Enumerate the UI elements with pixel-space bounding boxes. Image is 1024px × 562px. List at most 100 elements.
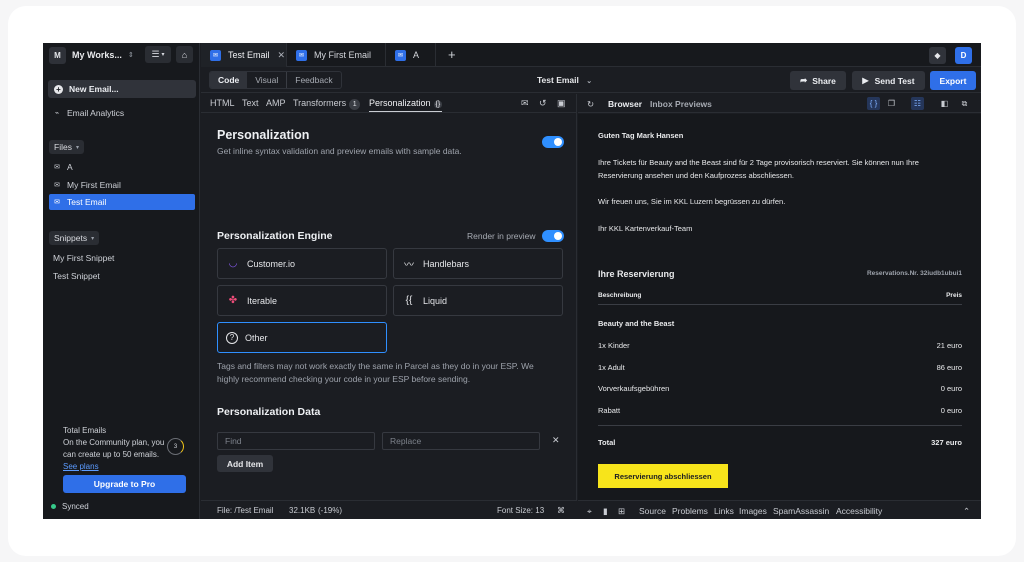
braces-icon: {{ <box>405 295 413 306</box>
engine-customerio[interactable]: ◡ Customer.io <box>217 248 387 279</box>
subtab-text[interactable]: Text <box>242 98 259 108</box>
export-button[interactable]: Export <box>930 71 976 90</box>
file-item-test-email[interactable]: ✉ Test Email <box>49 194 195 210</box>
dark-mode-icon[interactable]: ◧ <box>938 97 951 110</box>
sync-status: Synced <box>51 502 89 511</box>
tab-my-first-email[interactable]: ✉ My First Email <box>287 43 386 67</box>
chevron-updown-icon: ⇕ <box>127 52 134 59</box>
file-item-a[interactable]: ✉ A <box>49 159 195 175</box>
chevron-down-icon: ▾ <box>75 144 79 151</box>
preview-tab-browser[interactable]: Browser <box>608 99 642 109</box>
engine-handlebars[interactable]: 〰 Handlebars <box>393 248 563 279</box>
column-description: Beschreibung <box>598 292 642 299</box>
mode-code[interactable]: Code <box>210 72 248 88</box>
subtab-personalization[interactable]: Personalization{} <box>369 98 443 112</box>
email-signature: Ihr KKL Kartenverkauf-Team <box>598 224 693 233</box>
mail-icon: ✉ <box>296 49 307 61</box>
engine-label: Iterable <box>247 295 278 306</box>
file-item-my-first-email[interactable]: ✉ My First Email <box>49 177 195 193</box>
send-icon: ▶ <box>862 76 869 85</box>
preview-status-bar: ⌖ ▮ ⊞ Source Problems Links Images SpamA… <box>578 500 981 519</box>
engine-iterable[interactable]: ✤ Iterable <box>217 285 387 316</box>
mode-switcher: Code Visual Feedback <box>209 71 342 89</box>
sync-status-dot <box>51 504 56 509</box>
status-tab-spamassassin[interactable]: SpamAssassin <box>773 506 829 516</box>
plus-icon: + <box>448 47 456 62</box>
snippet-item[interactable]: Test Snippet <box>53 271 100 281</box>
share-icon: ➦ <box>800 75 808 85</box>
engine-other[interactable]: ? Other <box>217 322 387 353</box>
upgrade-to-pro-button[interactable]: Upgrade to Pro <box>63 475 186 493</box>
line-item-desc: 1x Kinder <box>598 341 630 350</box>
external-link-icon[interactable]: ⧉ <box>958 97 971 110</box>
mode-feedback[interactable]: Feedback <box>286 72 340 88</box>
mouse-icon[interactable]: ▮ <box>603 506 608 517</box>
find-input[interactable]: Find <box>217 432 375 450</box>
notifications-button[interactable]: ◆ <box>929 47 946 64</box>
workspace-switcher[interactable]: M My Works... ⇕ <box>49 46 134 64</box>
see-plans-link[interactable]: See plans <box>63 462 99 471</box>
history-icon[interactable]: ↺ <box>539 98 547 109</box>
add-item-button[interactable]: Add Item <box>217 455 273 472</box>
user-avatar[interactable]: D <box>955 47 972 64</box>
line-item-desc: Rabatt <box>598 406 621 415</box>
status-tab-images[interactable]: Images <box>739 506 767 516</box>
mode-visual[interactable]: Visual <box>247 72 286 88</box>
add-tab-button[interactable]: + <box>448 47 456 62</box>
total-label: Total <box>598 438 616 447</box>
font-size-setting[interactable]: Font Size: 13 <box>497 506 544 515</box>
tab-a[interactable]: ✉ A <box>386 43 436 67</box>
chevron-up-icon[interactable]: ⌃ <box>963 506 970 517</box>
layers-menu-button[interactable]: ☰ ▾ <box>145 46 171 63</box>
home-button[interactable]: ⌂ <box>176 46 193 63</box>
replace-input[interactable]: Replace <box>382 432 540 450</box>
code-view-icon[interactable]: { } <box>867 97 880 110</box>
status-tab-links[interactable]: Links <box>714 506 734 516</box>
preview-toggle-icon[interactable]: ▣ <box>557 98 566 109</box>
tab-test-email[interactable]: ✉ Test Email ✕ <box>201 43 287 67</box>
file-item-label: A <box>67 162 73 172</box>
sliders-icon[interactable]: ☷ <box>911 97 924 110</box>
subtab-transformers[interactable]: Transformers 1 <box>293 98 361 110</box>
share-button[interactable]: ➦ Share <box>790 71 846 90</box>
mail-icon: ✉ <box>395 49 406 61</box>
send-test-button[interactable]: ▶ Send Test <box>852 71 925 90</box>
plus-icon: + <box>54 84 63 94</box>
status-tab-source[interactable]: Source <box>639 506 666 516</box>
engine-label: Other <box>245 332 268 343</box>
command-icon[interactable]: ⌘ <box>557 506 565 515</box>
email-title-dropdown[interactable]: Test Email ⌄ <box>537 75 592 85</box>
chevron-down-icon: ▾ <box>91 235 95 242</box>
render-in-preview-toggle[interactable] <box>542 230 564 242</box>
target-icon[interactable]: ⌖ <box>587 506 592 517</box>
divider <box>598 304 962 305</box>
editor-status-bar: File: /Test Email 32.1KB (-19%) Font Siz… <box>201 500 577 519</box>
refresh-icon[interactable]: ↻ <box>587 99 594 110</box>
render-in-preview-label: Render in preview <box>467 231 536 241</box>
snippet-item[interactable]: My First Snippet <box>53 253 114 263</box>
subtab-amp[interactable]: AMP <box>266 98 286 108</box>
close-icon: ✕ <box>552 435 560 445</box>
mustache-icon: 〰 <box>404 260 414 271</box>
new-email-button[interactable]: + New Email... <box>48 80 196 98</box>
status-tab-accessibility[interactable]: Accessibility <box>836 506 882 516</box>
grid-icon[interactable]: ⊞ <box>618 506 625 517</box>
personalization-toggle[interactable] <box>542 136 564 148</box>
files-section-label: Files <box>54 142 72 152</box>
line-item-desc: Vorverkaufsgebühren <box>598 384 670 393</box>
mail-open-icon[interactable]: ✉ <box>521 98 529 109</box>
preview-tab-inbox[interactable]: Inbox Previews <box>650 99 712 109</box>
subtab-html[interactable]: HTML <box>210 98 235 108</box>
copy-icon[interactable]: ❐ <box>885 97 898 110</box>
show-title: Beauty and the Beast <box>598 319 675 328</box>
complete-reservation-button[interactable]: Reservierung abschliessen <box>598 464 728 488</box>
snippets-section-toggle[interactable]: Snippets ▾ <box>49 231 100 245</box>
remove-row-button[interactable]: ✕ <box>552 435 560 446</box>
email-paragraph-line: Ihre Tickets für Beauty and the Beast si… <box>598 158 919 167</box>
close-icon[interactable]: ✕ <box>278 50 286 61</box>
email-analytics-link[interactable]: ⌁ Email Analytics <box>49 105 195 121</box>
engine-liquid[interactable]: {{ Liquid <box>393 285 563 316</box>
file-path: File: /Test Email <box>217 506 274 515</box>
status-tab-problems[interactable]: Problems <box>672 506 708 516</box>
files-section-toggle[interactable]: Files ▾ <box>49 140 84 154</box>
